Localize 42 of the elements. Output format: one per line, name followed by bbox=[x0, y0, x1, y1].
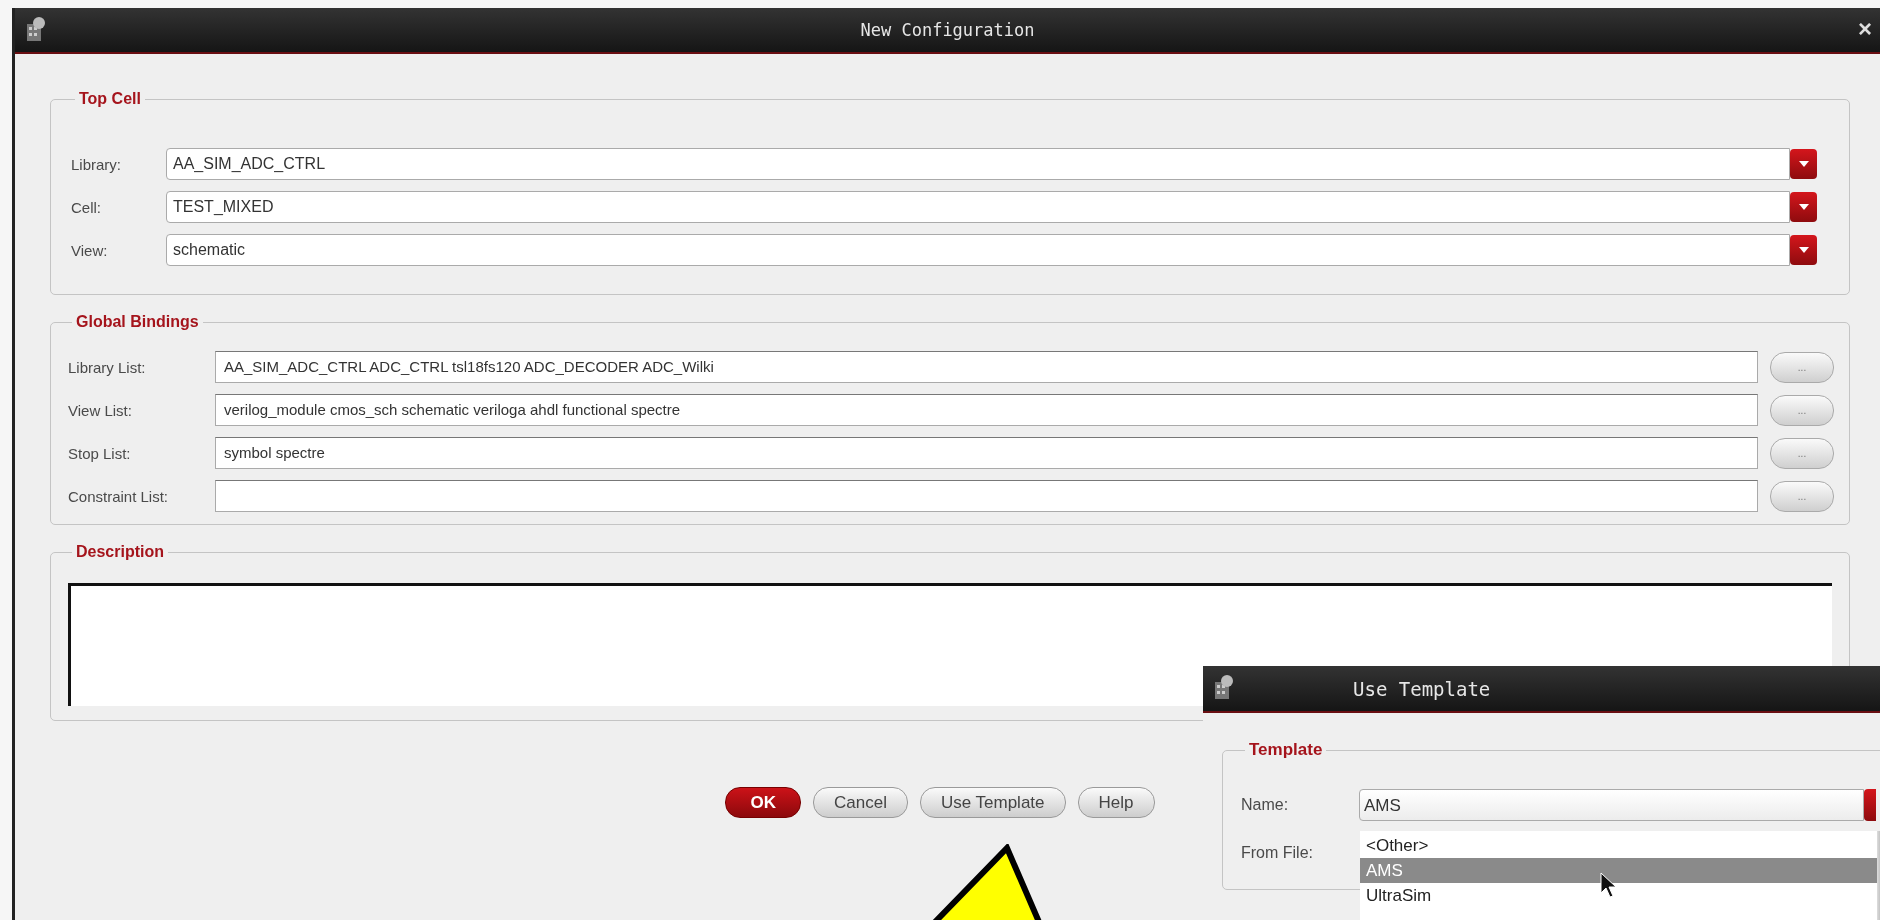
app-icon bbox=[25, 16, 47, 42]
caret-icon bbox=[1798, 204, 1809, 210]
field-label: Stop List: bbox=[68, 444, 132, 462]
input-field[interactable]: verilog_module cmos_sch schematic veriloga ahdl functional spectre bbox=[215, 394, 1758, 426]
browse-button[interactable]: ... bbox=[1770, 394, 1834, 426]
browse-button[interactable]: ... bbox=[1770, 351, 1834, 383]
input-field[interactable] bbox=[215, 480, 1758, 512]
field-label: View List: bbox=[68, 401, 133, 419]
dropdown-item[interactable]: UltraSim bbox=[1360, 883, 1877, 908]
dialog-button[interactable]: Cancel bbox=[813, 787, 908, 818]
group-title: Global Bindings bbox=[75, 313, 200, 331]
window-title: Use Template bbox=[1353, 677, 1491, 700]
dropdown-item[interactable]: <Other> bbox=[1360, 833, 1877, 858]
dropdown-button[interactable] bbox=[1790, 192, 1817, 222]
app-icon bbox=[1213, 674, 1235, 700]
dropdown-button[interactable] bbox=[1790, 235, 1817, 265]
dialog-button[interactable]: Use Template bbox=[919, 787, 1066, 818]
field-label: Constraint List: bbox=[68, 487, 170, 505]
combo-field[interactable]: AMS bbox=[1359, 789, 1864, 821]
window-title: New Configuration bbox=[860, 20, 1035, 40]
combo-field[interactable]: TEST_MIXED bbox=[166, 191, 1790, 223]
close-button[interactable]: × bbox=[1858, 17, 1872, 41]
dropdown-button[interactable] bbox=[1790, 149, 1817, 179]
group-title: Top Cell bbox=[78, 90, 142, 108]
field-label: Library: bbox=[71, 155, 123, 173]
dialog-button[interactable]: Help bbox=[1077, 787, 1155, 818]
input-field[interactable]: symbol spectre bbox=[215, 437, 1758, 469]
field-label: Name: bbox=[1241, 796, 1290, 814]
combo-field[interactable]: AA_SIM_ADC_CTRL bbox=[166, 148, 1790, 180]
browse-button[interactable]: ... bbox=[1770, 480, 1834, 512]
caret-icon bbox=[1798, 247, 1809, 253]
browse-button[interactable]: ... bbox=[1770, 437, 1834, 469]
dialog-button[interactable]: OK bbox=[725, 787, 801, 818]
group-title: Template bbox=[1248, 740, 1324, 760]
input-field[interactable]: AA_SIM_ADC_CTRL ADC_CTRL tsl18fs120 ADC_DECODER ADC_Wilki bbox=[215, 351, 1758, 383]
combo-field[interactable]: schematic bbox=[166, 234, 1790, 266]
caret-icon bbox=[1798, 161, 1809, 167]
field-label: View: bbox=[71, 241, 109, 259]
field-label: Library List: bbox=[68, 358, 147, 376]
group-title: Description bbox=[75, 543, 165, 561]
field-label: Cell: bbox=[71, 198, 102, 216]
field-label: From File: bbox=[1241, 844, 1314, 862]
